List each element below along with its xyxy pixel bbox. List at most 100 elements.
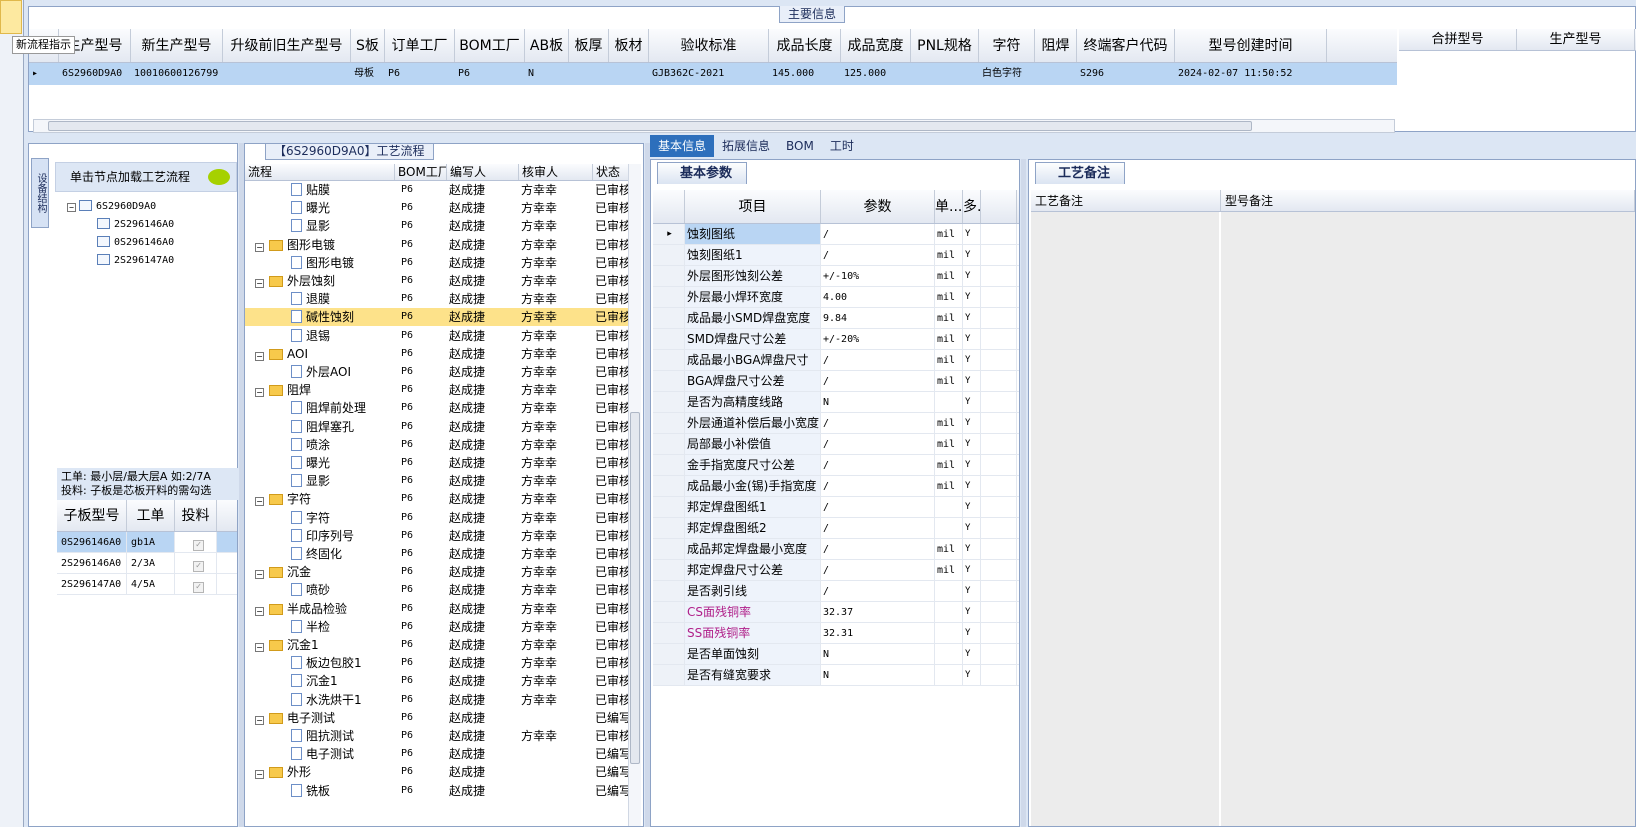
- col-sub-model[interactable]: 子板型号: [57, 500, 127, 531]
- scroll-thumb[interactable]: [48, 121, 1252, 131]
- cell-order[interactable]: gb1A: [127, 532, 175, 552]
- main-col-header[interactable]: 成品宽度: [841, 29, 911, 62]
- flow-row[interactable]: 贴膜 P6 赵成捷 方幸幸 已审核: [245, 181, 629, 199]
- side-tab-structure[interactable]: 设备结构: [31, 158, 49, 228]
- main-cell[interactable]: 10010600126799: [131, 63, 223, 85]
- row-header[interactable]: [653, 539, 685, 559]
- cell-feed[interactable]: ✓: [175, 532, 217, 552]
- collapse-icon[interactable]: −: [255, 606, 264, 616]
- flow-cell-name[interactable]: 曝光: [245, 454, 395, 472]
- flow-cell-name[interactable]: 外层AOI: [245, 363, 395, 381]
- main-grid-row[interactable]: ▸ 6S2960D9A0 10010600126799 母板 P6 P6 N GJB362C-…: [29, 63, 1397, 85]
- flow-cell-name[interactable]: − 沉金1: [245, 636, 395, 654]
- param-row[interactable]: 邦定焊盘图纸1/ Y: [653, 497, 1019, 518]
- flow-row[interactable]: − 半成品检验 P6 赵成捷 方幸幸 已审核: [245, 600, 629, 618]
- row-header[interactable]: [653, 581, 685, 601]
- main-col-header[interactable]: 板厚: [569, 29, 609, 62]
- param-value[interactable]: N: [821, 392, 935, 412]
- main-cell[interactable]: P6: [385, 63, 455, 85]
- collapse-icon[interactable]: −: [255, 351, 264, 361]
- param-row[interactable]: 邦定焊盘图纸2/ Y: [653, 518, 1019, 539]
- row-header[interactable]: [653, 518, 685, 538]
- collapse-icon[interactable]: −: [255, 715, 264, 725]
- row-header[interactable]: [653, 602, 685, 622]
- main-cell[interactable]: GJB362C-2021: [649, 63, 769, 85]
- param-value[interactable]: /: [821, 434, 935, 454]
- main-cell[interactable]: 白色字符: [979, 63, 1035, 85]
- tab-bom[interactable]: BOM: [778, 135, 822, 157]
- param-value[interactable]: /: [821, 455, 935, 475]
- flow-cell-name[interactable]: 图形电镀: [245, 254, 395, 272]
- tab-extended-info[interactable]: 拓展信息: [714, 135, 778, 157]
- flow-cell-name[interactable]: − 阻焊: [245, 381, 395, 399]
- main-col-header[interactable]: S板: [351, 29, 385, 62]
- flow-cell-name[interactable]: 曝光: [245, 199, 395, 217]
- main-col-header[interactable]: 阻焊: [1035, 29, 1077, 62]
- sub-grid-row[interactable]: 2S296147A0 4/5A ✓: [57, 574, 237, 595]
- flow-cell-name[interactable]: − 图形电镀: [245, 236, 395, 254]
- flow-cell-name[interactable]: 阻焊塞孔: [245, 418, 395, 436]
- row-header[interactable]: [653, 413, 685, 433]
- main-col-header[interactable]: 字符: [979, 29, 1035, 62]
- param-row[interactable]: SS面残铜率 32.31 Y: [653, 623, 1019, 644]
- row-header[interactable]: [653, 392, 685, 412]
- flow-row[interactable]: 图形电镀 P6 赵成捷 方幸幸 已审核: [245, 254, 629, 272]
- right-splitter[interactable]: [1021, 159, 1026, 827]
- main-cell[interactable]: [569, 63, 609, 85]
- flow-cell-name[interactable]: 阻抗测试: [245, 727, 395, 745]
- param-value[interactable]: /: [821, 476, 935, 496]
- param-row[interactable]: SMD焊盘尺寸公差 +/-20% mil Y: [653, 329, 1019, 350]
- flow-row[interactable]: 喷砂 P6 赵成捷 方幸幸 已审核: [245, 581, 629, 599]
- flow-cell-name[interactable]: 显影: [245, 472, 395, 490]
- flow-cell-name[interactable]: − 字符: [245, 490, 395, 508]
- param-value[interactable]: N: [821, 665, 935, 685]
- col-multi[interactable]: 多...: [963, 190, 981, 223]
- param-value[interactable]: /: [821, 245, 935, 265]
- main-cell[interactable]: 125.000: [841, 63, 911, 85]
- row-header[interactable]: [653, 476, 685, 496]
- collapse-icon[interactable]: −: [255, 279, 264, 288]
- cell-feed[interactable]: ✓: [175, 553, 217, 573]
- flow-row[interactable]: 沉金1 P6 赵成捷 方幸幸 已审核: [245, 672, 629, 690]
- flow-row[interactable]: 字符 P6 赵成捷 方幸幸 已审核: [245, 509, 629, 527]
- col-param[interactable]: 参数: [821, 190, 935, 223]
- param-value[interactable]: /: [821, 539, 935, 559]
- flow-cell-name[interactable]: − 电子测试: [245, 709, 395, 727]
- row-header[interactable]: [653, 308, 685, 328]
- flow-row[interactable]: 曝光 P6 赵成捷 方幸幸 已审核: [245, 199, 629, 217]
- param-row[interactable]: 成品最小金(锡)手指宽度 / mil Y: [653, 476, 1019, 497]
- flow-cell-name[interactable]: − 半成品检验: [245, 600, 395, 618]
- flow-row[interactable]: 板边包胶1 P6 赵成捷 方幸幸 已审核: [245, 654, 629, 672]
- collapse-icon[interactable]: −: [67, 203, 76, 212]
- flow-cell-name[interactable]: 喷砂: [245, 581, 395, 599]
- param-row[interactable]: 邦定焊盘尺寸公差 / mil Y: [653, 560, 1019, 581]
- tree-child-node[interactable]: 2S296146A0: [97, 218, 174, 232]
- param-row[interactable]: 成品邦定焊盘最小宽度 / mil Y: [653, 539, 1019, 560]
- sub-grid-row[interactable]: 0S296146A0 gb1A ✓: [57, 532, 237, 553]
- main-cell[interactable]: 6S2960D9A0: [59, 63, 131, 85]
- collapse-icon[interactable]: −: [255, 643, 264, 652]
- tree-child-node[interactable]: 2S296147A0: [97, 254, 174, 268]
- flow-cell-name[interactable]: 喷涂: [245, 436, 395, 454]
- param-value[interactable]: /: [821, 518, 935, 538]
- main-cell[interactable]: S296: [1077, 63, 1175, 85]
- main-cell[interactable]: 母板: [351, 63, 385, 85]
- param-row[interactable]: 是否有缝宽要求 N Y: [653, 665, 1019, 686]
- param-value[interactable]: 4.00: [821, 287, 935, 307]
- row-header[interactable]: [653, 644, 685, 664]
- flow-row[interactable]: − 沉金 P6 赵成捷 方幸幸 已审核: [245, 563, 629, 581]
- main-col-header[interactable]: AB板: [525, 29, 569, 62]
- param-row[interactable]: ▸ 蚀刻图纸 / mil Y: [653, 224, 1019, 245]
- col-flow[interactable]: 流程: [245, 164, 395, 180]
- main-col-header[interactable]: 新生产型号: [131, 29, 223, 62]
- flow-row[interactable]: 显影 P6 赵成捷 方幸幸 已审核: [245, 217, 629, 235]
- flow-row[interactable]: 喷涂 P6 赵成捷 方幸幸 已审核: [245, 436, 629, 454]
- sub-grid-row[interactable]: 2S296146A0 2/3A ✓: [57, 553, 237, 574]
- param-value[interactable]: /: [821, 371, 935, 391]
- param-row[interactable]: 是否为高精度线路 N Y: [653, 392, 1019, 413]
- main-col-header[interactable]: 终端客户代码: [1077, 29, 1175, 62]
- flow-row[interactable]: − 外层蚀刻 P6 赵成捷 方幸幸 已审核: [245, 272, 629, 290]
- col-writer[interactable]: 编写人: [447, 164, 519, 180]
- flow-row[interactable]: − AOI P6 赵成捷 方幸幸 已审核: [245, 345, 629, 363]
- flow-vscrollbar[interactable]: [628, 164, 641, 826]
